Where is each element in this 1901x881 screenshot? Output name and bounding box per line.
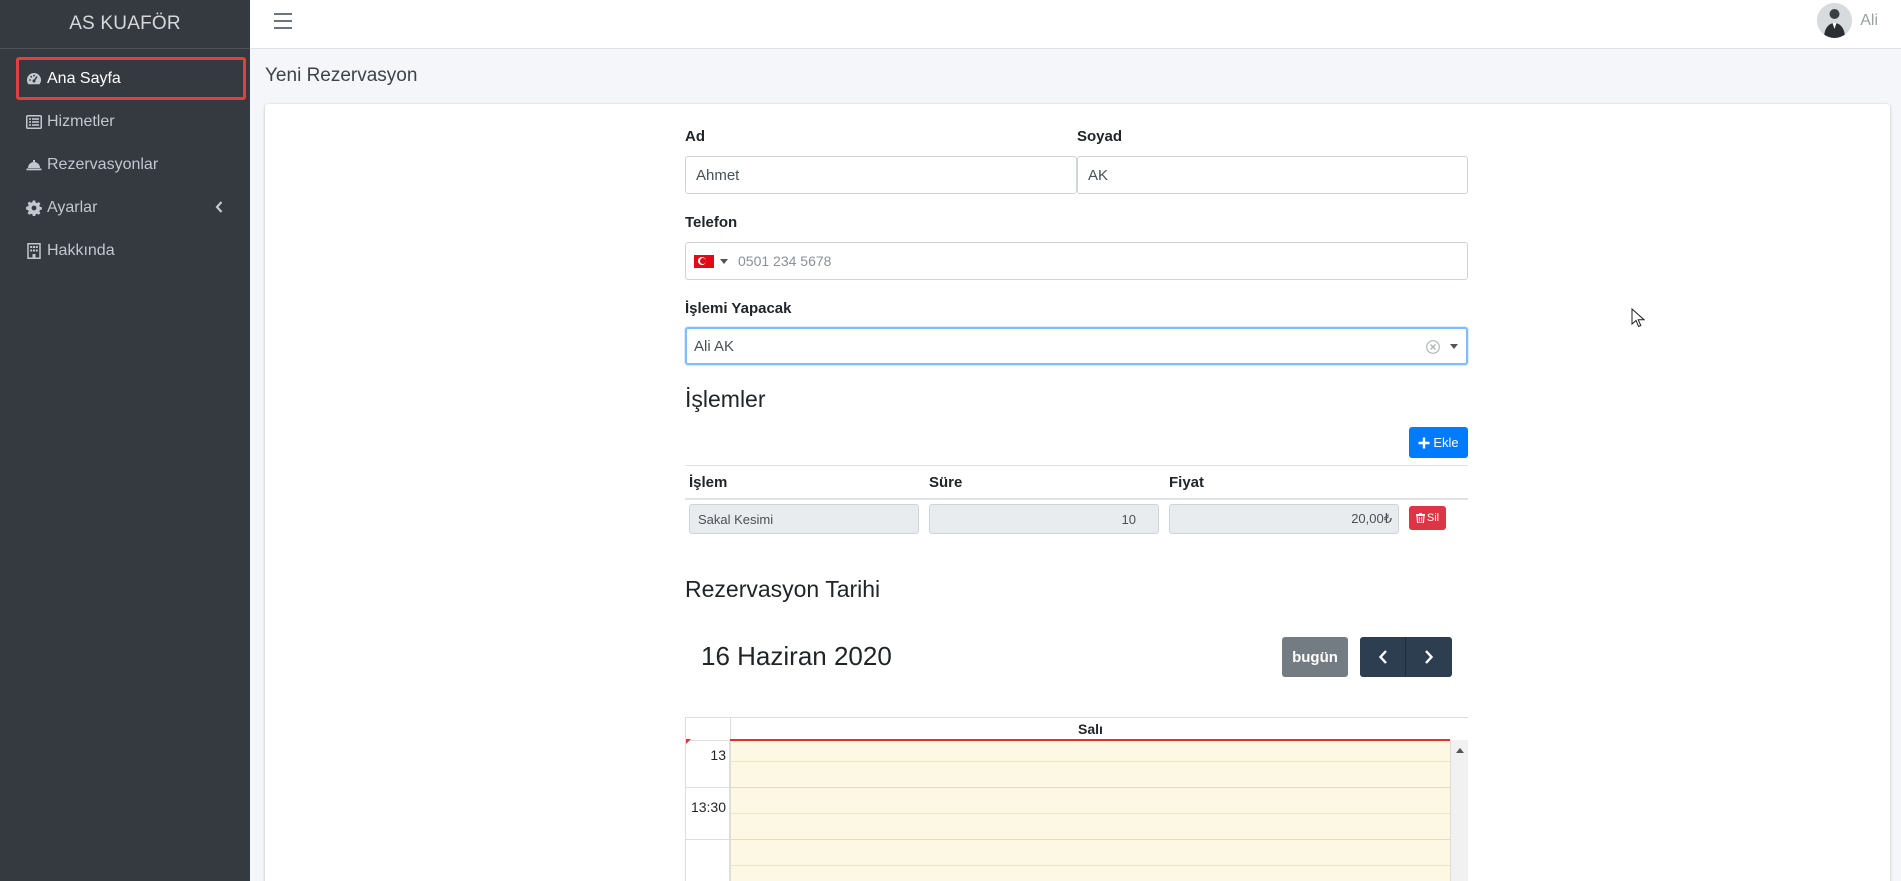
islem-field[interactable]: Sakal Kesimi: [689, 504, 919, 534]
cloche-icon: [25, 156, 43, 174]
avatar: [1817, 3, 1853, 38]
chevron-left-icon: [1378, 650, 1387, 664]
ad-input[interactable]: Ahmet: [685, 156, 1077, 194]
telefon-label: Telefon: [685, 214, 738, 231]
sidebar-item-ana-sayfa[interactable]: Ana Sayfa: [16, 57, 246, 100]
top-navbar: Ali: [250, 0, 1901, 49]
sidebar-item-hakkinda[interactable]: Hakkında: [16, 229, 246, 272]
trash-icon: [1415, 513, 1425, 523]
sidebar-item-label: Ayarlar: [47, 198, 98, 216]
prev-day-button[interactable]: [1360, 637, 1406, 677]
calendar-grid: Salı 13 13:30: [685, 717, 1468, 881]
scroll-up-arrow-icon[interactable]: [1456, 748, 1464, 753]
calendar-scrollbar[interactable]: [1450, 740, 1468, 881]
sidebar-item-ayarlar[interactable]: Ayarlar: [16, 186, 246, 229]
ad-label: Ad: [685, 128, 705, 145]
soyad-label: Soyad: [1077, 128, 1123, 145]
sidebar-item-label: Hakkında: [47, 241, 115, 259]
table-header-fiyat: Fiyat: [1169, 474, 1205, 491]
menu-toggle-icon[interactable]: [274, 13, 292, 29]
user-name: Ali: [1860, 11, 1878, 29]
delete-button-label: Sil: [1426, 512, 1440, 524]
next-day-button[interactable]: [1406, 637, 1452, 677]
sidebar-item-rezervasyonlar[interactable]: Rezervasyonlar: [16, 143, 246, 186]
sidebar-item-label: Ana Sayfa: [47, 69, 121, 87]
select-value: Ali AK: [694, 337, 735, 355]
sure-field[interactable]: 10: [929, 504, 1159, 534]
sidebar-item-hizmetler[interactable]: Hizmetler: [16, 100, 246, 143]
soyad-input[interactable]: AK: [1077, 156, 1468, 194]
rezervasyon-title: Rezervasyon Tarihi: [685, 576, 881, 602]
sidebar: AS KUAFÖR Ana Sayfa Hizmetler Rezervasyo…: [0, 0, 250, 881]
islemi-yapacak-label: İşlemi Yapacak: [685, 300, 792, 317]
sidebar-item-label: Rezervasyonlar: [47, 155, 159, 173]
mouse-cursor-icon: [1631, 307, 1646, 333]
time-label: 13:30: [690, 799, 726, 815]
caret-down-icon: [720, 258, 728, 264]
user-menu[interactable]: Ali: [1817, 3, 1878, 38]
building-icon: [25, 242, 43, 260]
telefon-placeholder: 0501 234 5678: [738, 253, 832, 269]
table-header-islem: İşlem: [689, 474, 728, 491]
add-button-label: Ekle: [1433, 435, 1459, 450]
list-icon: [25, 113, 43, 131]
sidebar-item-label: Hizmetler: [47, 112, 115, 130]
time-label: 13: [710, 747, 726, 763]
table-header-border: [685, 498, 1468, 500]
page-title: Yeni Rezervasyon: [265, 65, 418, 86]
clear-icon[interactable]: [1426, 340, 1440, 354]
sidebar-nav: Ana Sayfa Hizmetler Rezervasyonlar Ayarl…: [0, 49, 250, 272]
add-islem-button[interactable]: Ekle: [1409, 427, 1468, 458]
brand-logo[interactable]: AS KUAFÖR: [0, 0, 250, 49]
table-top-border: [685, 465, 1468, 466]
chevron-left-icon: [212, 199, 226, 215]
islemler-title: İşlemler: [685, 386, 766, 412]
calendar-today-column[interactable]: [730, 741, 1450, 881]
table-header-sure: Süre: [929, 474, 963, 491]
dropdown-arrow-icon[interactable]: [1450, 344, 1458, 349]
turkey-flag-icon: [694, 254, 714, 268]
plus-icon: [1418, 437, 1430, 449]
today-button[interactable]: bugün: [1282, 637, 1348, 677]
chevron-right-icon: [1425, 650, 1434, 664]
calendar-date-title: 16 Haziran 2020: [701, 641, 892, 671]
gear-icon: [25, 199, 43, 217]
dashboard-icon: [25, 70, 43, 88]
calendar-day-header: Salı: [730, 718, 1450, 740]
delete-islem-button[interactable]: Sil: [1409, 506, 1446, 530]
fiyat-field[interactable]: 20,00₺: [1169, 504, 1399, 534]
telefon-input[interactable]: 0501 234 5678: [685, 242, 1468, 280]
islemi-yapacak-select[interactable]: Ali AK: [685, 327, 1468, 365]
country-flag-dropdown[interactable]: [694, 254, 728, 268]
